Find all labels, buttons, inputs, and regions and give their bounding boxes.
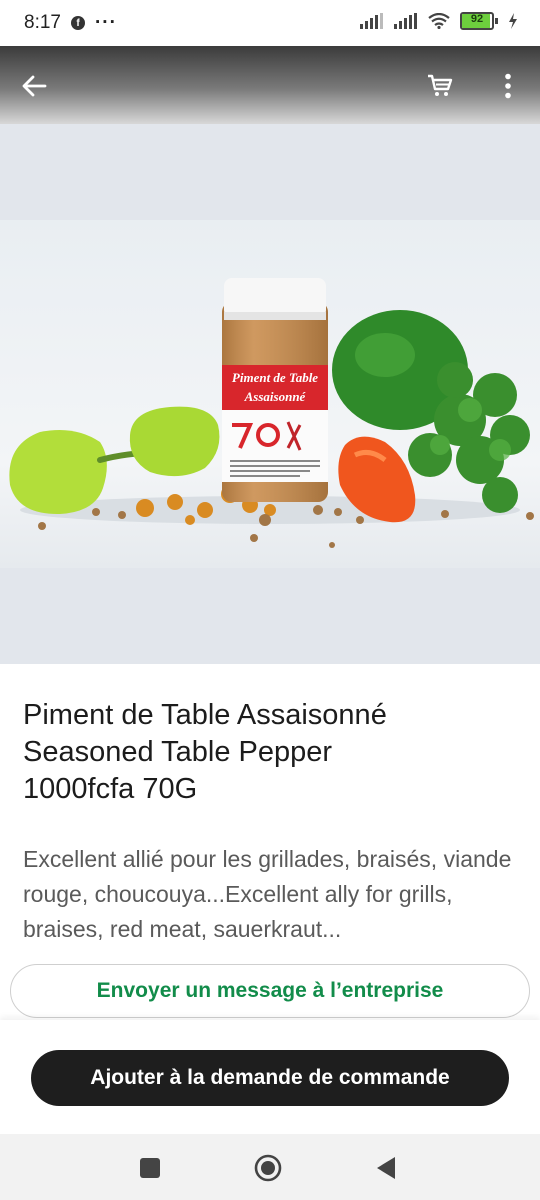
jar-label-line2: Assaisonné [244,389,307,404]
shopping-cart-icon[interactable] [420,66,460,106]
more-vertical-icon[interactable] [488,66,528,106]
square-icon[interactable] [132,1150,168,1186]
more-notifications-icon: ··· [94,12,117,33]
facebook-icon: f [70,16,85,30]
status-right: 92 [360,12,518,30]
product-photo: Piment de Table Assaisonné [0,220,540,568]
signal-icon [360,13,383,29]
signal-icon-2 [394,13,417,29]
jar-label-line1: Piment de Table [232,370,318,385]
product-image[interactable]: Piment de Table Assaisonné [0,124,540,664]
status-time: 8:17 [24,12,61,33]
message-business-button[interactable]: Envoyer un message à l’entreprise [10,964,530,1018]
product-title: Piment de Table Assaisonné Seasoned Tabl… [23,697,518,808]
status-bar: 8:17 f ··· 92 [0,0,540,46]
product-description: Excellent allié pour les grillades, brai… [23,846,512,942]
triangle-back-icon[interactable] [368,1150,404,1186]
system-nav-bar [0,1134,540,1200]
charging-icon [509,13,517,29]
title-line-3: 1000fcfa 70G [23,773,198,805]
arrow-back-icon[interactable] [14,66,54,106]
status-left: 8:17 f ··· [24,12,117,34]
battery-indicator: 92 [460,12,498,30]
title-line-2: Seasoned Table Pepper [23,736,333,768]
app-bar [0,46,540,124]
title-line-1: Piment de Table Assaisonné [23,699,387,731]
product-photo-illustration: Piment de Table Assaisonné [9,278,534,548]
battery-level: 92 [470,13,484,25]
add-to-order-button[interactable]: Ajouter à la demande de commande [31,1050,509,1106]
circle-home-icon[interactable] [250,1150,286,1186]
wifi-icon [428,13,450,29]
bottom-action-panel: Ajouter à la demande de commande [0,1020,540,1134]
